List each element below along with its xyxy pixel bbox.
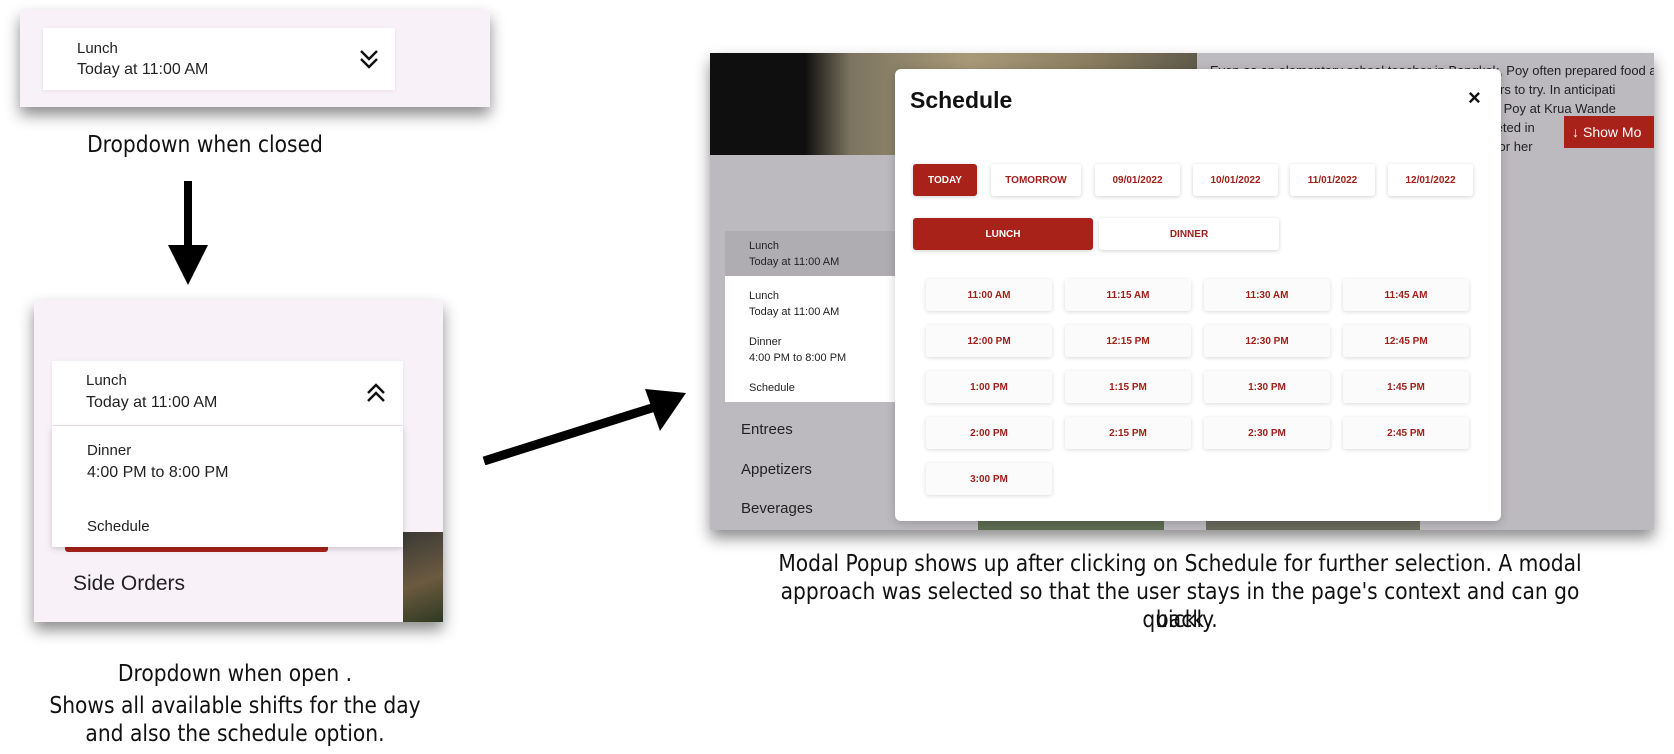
time-slot[interactable]: 12:45 PM bbox=[1343, 325, 1469, 357]
option-subtitle: 4:00 PM to 8:00 PM bbox=[749, 352, 847, 364]
option-dinner[interactable]: Dinner 4:00 PM to 8:00 PM bbox=[52, 434, 403, 498]
time-slot[interactable]: 11:00 AM bbox=[926, 279, 1052, 311]
time-slot[interactable]: 2:45 PM bbox=[1343, 417, 1469, 449]
time-slot[interactable]: 12:00 PM bbox=[926, 325, 1052, 357]
modal-title: Schedule bbox=[910, 87, 1013, 113]
category-side-orders[interactable]: Side Orders bbox=[73, 572, 185, 596]
food-image bbox=[403, 532, 443, 622]
dropdown-subtitle: Today at 11:00 AM bbox=[77, 61, 209, 78]
dropdown-title: Lunch bbox=[86, 372, 127, 389]
time-slot[interactable]: 2:00 PM bbox=[926, 417, 1052, 449]
date-tab[interactable]: 11/01/2022 bbox=[1290, 164, 1375, 196]
category-appetizers[interactable]: Appetizers bbox=[741, 461, 812, 478]
dropdown-options-list: Dinner 4:00 PM to 8:00 PM Schedule bbox=[52, 426, 403, 547]
arrow-down-icon bbox=[168, 181, 208, 285]
food-image bbox=[978, 521, 1164, 530]
arrow-down-icon: ↓ bbox=[1572, 124, 1579, 140]
caption-open-1: Dropdown when open . bbox=[117, 661, 353, 687]
time-slot[interactable]: 11:15 AM bbox=[1065, 279, 1191, 311]
dropdown-subtitle: Today at 11:00 AM bbox=[86, 394, 218, 411]
page-dropdown-list: Lunch Today at 11:00 AM Dinner 4:00 PM t… bbox=[725, 276, 895, 402]
option-title[interactable]: Lunch bbox=[749, 290, 779, 302]
category-entrees[interactable]: Entrees bbox=[741, 421, 793, 438]
option-subtitle: Today at 11:00 AM bbox=[749, 306, 840, 318]
shift-tab-dinner[interactable]: DINNER bbox=[1099, 218, 1279, 250]
date-tab-tomorrow[interactable]: TOMORROW bbox=[991, 164, 1081, 196]
caption-closed: Dropdown when closed bbox=[87, 132, 323, 158]
closed-dropdown-panel: Lunch Today at 11:00 AM bbox=[20, 10, 490, 107]
option-schedule[interactable]: Schedule bbox=[87, 518, 150, 535]
dropdown-subtitle: Today at 11:00 AM bbox=[749, 256, 840, 268]
date-tab[interactable]: 12/01/2022 bbox=[1388, 164, 1473, 196]
time-slot[interactable]: 1:15 PM bbox=[1065, 371, 1191, 403]
time-slot[interactable]: 3:00 PM bbox=[926, 463, 1052, 495]
caption-open-2: Shows all available shifts for the day bbox=[49, 693, 421, 719]
show-more-label: Show Mo bbox=[1583, 124, 1642, 140]
time-slot[interactable]: 11:45 AM bbox=[1343, 279, 1469, 311]
time-slot[interactable]: 2:15 PM bbox=[1065, 417, 1191, 449]
time-slot[interactable]: 12:15 PM bbox=[1065, 325, 1191, 357]
open-dropdown-toggle[interactable]: Lunch Today at 11:00 AM bbox=[52, 361, 403, 425]
caption-modal-1: Modal Popup shows up after clicking on S… bbox=[778, 551, 1582, 577]
time-slot[interactable]: 2:30 PM bbox=[1204, 417, 1330, 449]
date-tab[interactable]: 09/01/2022 bbox=[1095, 164, 1180, 196]
time-slot[interactable]: 12:30 PM bbox=[1204, 325, 1330, 357]
open-dropdown-panel: Side Orders Lunch Today at 11:00 AM Dinn… bbox=[34, 300, 443, 622]
option-schedule[interactable]: Schedule bbox=[749, 382, 795, 394]
option-subtitle: 4:00 PM to 8:00 PM bbox=[87, 464, 229, 481]
page-screenshot: Even as an elementary school teacher in … bbox=[710, 53, 1654, 530]
food-image bbox=[1206, 521, 1420, 530]
dropdown-title: Lunch bbox=[77, 40, 118, 57]
time-slot[interactable]: 1:30 PM bbox=[1204, 371, 1330, 403]
time-slot[interactable]: 1:45 PM bbox=[1343, 371, 1469, 403]
time-slot[interactable]: 1:00 PM bbox=[926, 371, 1052, 403]
option-title[interactable]: Dinner bbox=[749, 336, 781, 348]
dropdown-title: Lunch bbox=[749, 240, 779, 252]
date-tab-today[interactable]: TODAY bbox=[913, 164, 977, 196]
shift-tab-lunch[interactable]: LUNCH bbox=[913, 218, 1093, 250]
caption-open-3: and also the schedule option. bbox=[85, 721, 385, 747]
arrow-right-icon bbox=[482, 389, 686, 465]
close-icon[interactable]: × bbox=[1468, 85, 1481, 111]
date-tab[interactable]: 10/01/2022 bbox=[1193, 164, 1278, 196]
category-beverages[interactable]: Beverages bbox=[741, 500, 813, 517]
schedule-modal: Schedule × TODAY TOMORROW 09/01/2022 10/… bbox=[895, 69, 1501, 521]
closed-dropdown-toggle[interactable]: Lunch Today at 11:00 AM bbox=[43, 28, 395, 90]
time-slot[interactable]: 11:30 AM bbox=[1204, 279, 1330, 311]
caption-modal-3: quickly. bbox=[1142, 607, 1218, 633]
chevron-double-down-icon[interactable] bbox=[358, 48, 380, 70]
chevron-double-up-icon[interactable] bbox=[365, 382, 387, 404]
option-title: Dinner bbox=[87, 442, 132, 459]
show-more-button[interactable]: ↓ Show Mo bbox=[1564, 116, 1654, 148]
page-dropdown-toggle[interactable]: Lunch Today at 11:00 AM bbox=[725, 231, 895, 276]
